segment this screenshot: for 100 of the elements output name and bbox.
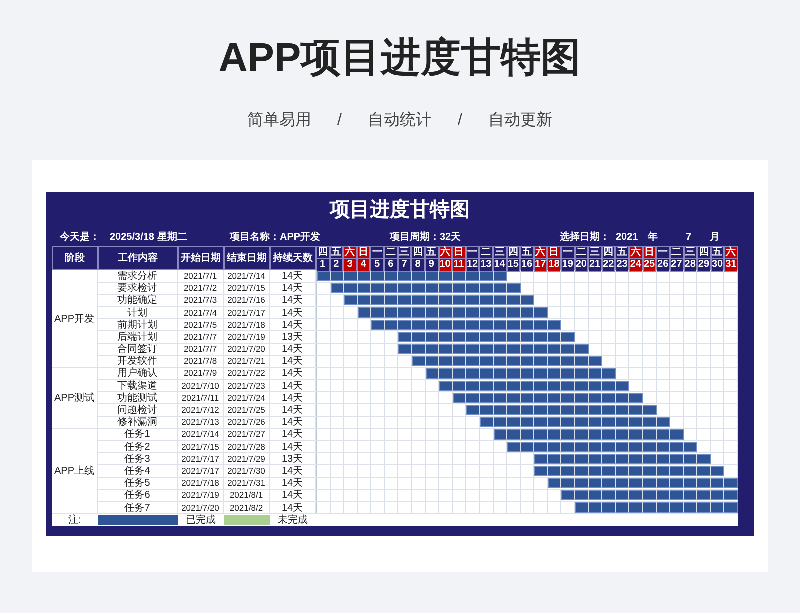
duration-cell: 14天 — [270, 344, 316, 356]
day-header: 20 — [574, 258, 588, 272]
duration-cell: 14天 — [270, 282, 316, 295]
start-date-cell: 2021/7/19 — [178, 490, 224, 502]
task-cell: 开发软件 — [98, 356, 178, 368]
day-header: 23 — [615, 258, 630, 272]
duration-cell: 14天 — [270, 380, 316, 392]
start-date-cell: 2021/7/10 — [178, 380, 224, 392]
duration-cell: 14天 — [270, 319, 316, 332]
info-value: 32天 — [440, 231, 462, 245]
day-header: 27 — [670, 258, 684, 272]
end-date-cell: 2021/7/26 — [224, 416, 270, 429]
end-date-cell: 2021/7/18 — [224, 319, 270, 332]
legend-label: 注: — [68, 514, 82, 526]
day-header: 15 — [506, 258, 520, 272]
day-header: 3 — [343, 258, 357, 272]
info-label: 年 — [648, 230, 659, 245]
duration-cell: 14天 — [270, 404, 316, 417]
start-date-cell: 2021/7/11 — [178, 392, 224, 404]
day-header: 24 — [629, 258, 643, 272]
column-header: 工作内容 — [98, 246, 178, 270]
task-cell: 用户确认 — [98, 368, 178, 380]
day-header: 18 — [547, 258, 562, 272]
day-header: 5 — [370, 258, 384, 272]
info-value: 2021 — [616, 231, 640, 245]
day-header: 31 — [724, 258, 738, 272]
subtitle-text: 自动统计 — [368, 110, 432, 131]
info-label: 项目周期： — [390, 230, 440, 245]
end-date-cell: 2021/7/29 — [224, 453, 270, 466]
task-cell: 前期计划 — [98, 319, 178, 332]
legend-text: 已完成 — [185, 514, 217, 526]
duration-cell: 14天 — [270, 416, 316, 429]
end-date-cell: 2021/8/2 — [224, 502, 270, 514]
task-cell: 任务2 — [98, 441, 178, 454]
task-cell: 下载渠道 — [98, 380, 178, 392]
start-date-cell: 2021/7/2 — [178, 282, 224, 295]
duration-cell: 13天 — [270, 453, 316, 466]
day-header: 16 — [520, 258, 534, 272]
subtitle-text: / — [338, 111, 342, 131]
duration-cell: 14天 — [270, 294, 316, 307]
end-date-cell: 2021/7/30 — [224, 465, 270, 478]
day-header: 17 — [534, 258, 548, 272]
day-header: 26 — [656, 258, 670, 272]
start-date-cell: 2021/7/5 — [178, 319, 224, 332]
column-header: 持续天数 — [270, 246, 316, 270]
start-date-cell: 2021/7/18 — [178, 478, 224, 490]
sheet-title: 项目进度甘特图 — [328, 198, 471, 223]
task-cell: 任务1 — [98, 428, 178, 441]
start-date-cell: 2021/7/17 — [178, 453, 224, 466]
duration-cell: 14天 — [270, 392, 316, 404]
end-date-cell: 2021/7/20 — [224, 344, 270, 356]
duration-cell: 14天 — [270, 306, 316, 320]
task-cell: 要求检讨 — [98, 282, 178, 295]
end-date-cell: 2021/7/25 — [224, 404, 270, 417]
task-cell: 任务5 — [98, 478, 178, 490]
day-header: 25 — [642, 258, 656, 272]
start-date-cell: 2021/7/1 — [178, 270, 224, 283]
day-header: 13 — [479, 258, 493, 272]
stage-cell: APP上线 — [52, 428, 98, 514]
duration-cell: 13天 — [270, 331, 316, 344]
task-cell: 任务6 — [98, 490, 178, 502]
start-date-cell: 2021/7/13 — [178, 416, 224, 429]
day-header: 21 — [588, 258, 602, 272]
end-date-cell: 2021/7/14 — [224, 270, 270, 283]
duration-cell: 14天 — [270, 465, 316, 478]
task-cell: 修补漏洞 — [98, 416, 178, 429]
task-cell: 需求分析 — [98, 270, 178, 283]
end-date-cell: 2021/7/16 — [224, 294, 270, 307]
end-date-cell: 2021/7/15 — [224, 282, 270, 295]
task-cell: 功能测试 — [98, 392, 178, 404]
duration-cell: 14天 — [270, 356, 316, 368]
start-date-cell: 2021/7/14 — [178, 428, 224, 441]
start-date-cell: 2021/7/20 — [178, 502, 224, 514]
subtitle-text: / — [458, 111, 462, 131]
day-header: 28 — [684, 258, 698, 272]
start-date-cell: 2021/7/15 — [178, 441, 224, 454]
start-date-cell: 2021/7/17 — [178, 465, 224, 478]
day-header: 29 — [697, 258, 711, 272]
end-date-cell: 2021/7/21 — [224, 356, 270, 368]
task-cell: 后端计划 — [98, 331, 178, 344]
end-date-cell: 2021/7/31 — [224, 478, 270, 490]
subtitle-text: 简单易用 — [248, 111, 312, 131]
day-header: 8 — [411, 258, 425, 272]
day-header: 6 — [384, 258, 398, 272]
end-date-cell: 2021/7/17 — [224, 306, 270, 320]
info-value: APP开发 — [280, 230, 322, 245]
info-label: 选择日期： — [560, 230, 611, 245]
end-date-cell: 2021/7/23 — [224, 380, 270, 392]
task-cell: 计划 — [98, 306, 178, 320]
start-date-cell: 2021/7/4 — [178, 306, 224, 320]
day-header: 30 — [710, 258, 724, 272]
column-header: 结束日期 — [224, 246, 270, 270]
day-header: 11 — [452, 258, 466, 272]
task-cell: 任务7 — [98, 502, 178, 514]
end-date-cell: 2021/7/28 — [224, 441, 270, 454]
column-header: 阶段 — [52, 246, 98, 270]
info-label: 月 — [710, 231, 721, 245]
task-cell: 合同签订 — [98, 344, 178, 356]
duration-cell: 14天 — [270, 478, 316, 490]
start-date-cell: 2021/7/7 — [178, 344, 224, 356]
